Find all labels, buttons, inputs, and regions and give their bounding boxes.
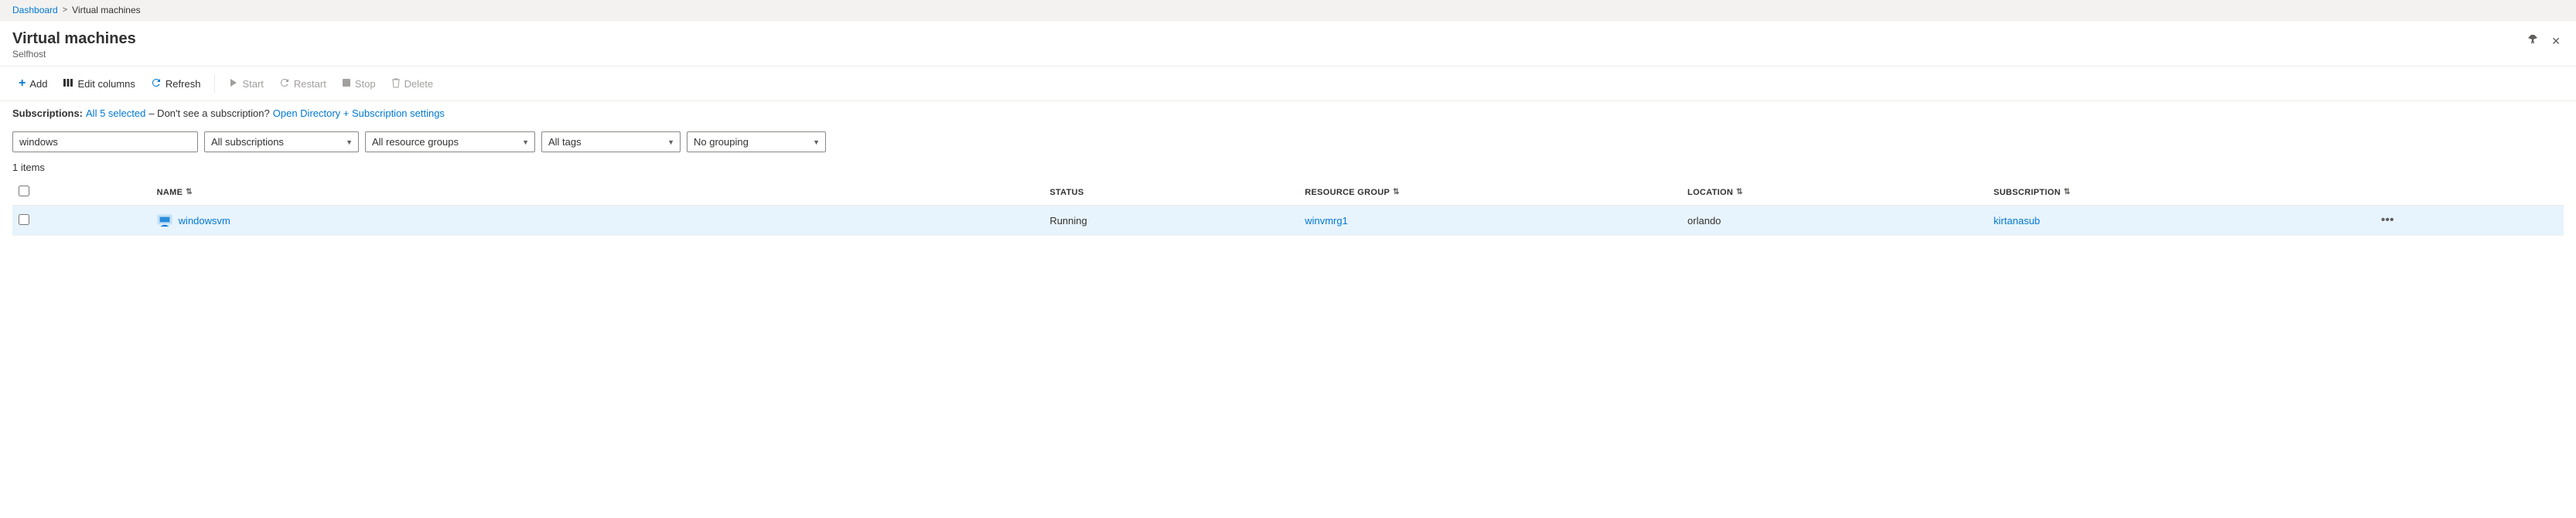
column-subscription: SUBSCRIPTION ⇅: [1987, 179, 2370, 206]
close-icon: ✕: [2551, 35, 2561, 48]
resource-group-sort-icon[interactable]: ⇅: [1393, 188, 1400, 196]
refresh-label: Refresh: [165, 78, 201, 90]
table-header: NAME ⇅ STATUS RESOURCE GROUP ⇅: [12, 179, 2564, 206]
grouping-filter-wrapper: No grouping: [687, 131, 826, 152]
subscription-sort-icon[interactable]: ⇅: [2064, 188, 2071, 196]
column-resource-group-label: RESOURCE GROUP: [1305, 188, 1390, 197]
start-button[interactable]: Start: [223, 73, 269, 94]
subscriptions-label: Subscriptions:: [12, 107, 83, 119]
vm-status: Running: [1049, 215, 1087, 227]
vm-name-link[interactable]: windowsvm: [179, 215, 230, 227]
column-status-label: STATUS: [1049, 188, 1083, 197]
stop-button[interactable]: Stop: [336, 73, 382, 94]
row-checkbox-cell: [12, 206, 151, 236]
row-status-cell: Running: [1043, 206, 1298, 236]
row-subscription-cell: kirtanasub: [1987, 206, 2370, 236]
row-more-button[interactable]: •••: [2376, 212, 2399, 229]
close-button[interactable]: ✕: [2548, 32, 2564, 51]
breadcrumb-current: Virtual machines: [72, 5, 141, 15]
breadcrumb-separator: >: [63, 5, 67, 15]
resource-groups-filter-wrapper: All resource groups: [365, 131, 535, 152]
location-sort-icon[interactable]: ⇅: [1736, 188, 1743, 196]
page-title-block: Virtual machines Selfhost: [12, 30, 136, 60]
refresh-button[interactable]: Refresh: [145, 73, 207, 94]
stop-label: Stop: [355, 78, 376, 90]
open-directory-link[interactable]: Open Directory + Subscription settings: [273, 107, 445, 119]
start-label: Start: [242, 78, 263, 90]
add-button[interactable]: + Add: [12, 73, 53, 94]
resource-groups-dropdown[interactable]: All resource groups: [365, 131, 535, 152]
page-title: Virtual machines: [12, 30, 136, 48]
table-row: windowsvm Running winvmrg1 orlando kirta…: [12, 206, 2564, 236]
delete-icon: [391, 77, 401, 90]
items-count: 1 items: [0, 158, 2576, 179]
breadcrumb-parent-link[interactable]: Dashboard: [12, 5, 58, 15]
resource-group-link[interactable]: winvmrg1: [1305, 215, 1348, 227]
filter-row: All subscriptions All resource groups Al…: [0, 125, 2576, 158]
column-subscription-label: SUBSCRIPTION: [1994, 188, 2061, 197]
edit-columns-icon: [63, 77, 73, 90]
tags-filter-wrapper: All tags: [541, 131, 681, 152]
row-checkbox[interactable]: [19, 214, 29, 225]
subscriptions-middle-text: – Don't see a subscription?: [148, 107, 269, 119]
column-actions-header: [2370, 179, 2564, 206]
page-subtitle: Selfhost: [12, 49, 136, 60]
table-body: windowsvm Running winvmrg1 orlando kirta…: [12, 206, 2564, 236]
select-all-checkbox[interactable]: [19, 186, 29, 196]
edit-columns-label: Edit columns: [77, 78, 135, 90]
add-label: Add: [29, 78, 47, 90]
toolbar: + Add Edit columns Refresh Start: [0, 66, 2576, 101]
search-input[interactable]: [12, 131, 198, 152]
vm-location: orlando: [1687, 215, 1721, 227]
add-icon: +: [19, 77, 26, 90]
subscriptions-filter-wrapper: All subscriptions: [204, 131, 359, 152]
vm-table: NAME ⇅ STATUS RESOURCE GROUP ⇅: [12, 179, 2564, 236]
column-name-label: NAME: [157, 188, 183, 197]
start-icon: [229, 77, 238, 90]
column-resource-group: RESOURCE GROUP ⇅: [1298, 179, 1681, 206]
vm-icon: [157, 213, 172, 228]
subscriptions-selected-link[interactable]: All 5 selected: [86, 107, 145, 119]
restart-label: Restart: [294, 78, 326, 90]
subscriptions-bar: Subscriptions: All 5 selected – Don't se…: [0, 101, 2576, 125]
header-checkbox-cell: [12, 179, 151, 206]
delete-button[interactable]: Delete: [385, 73, 440, 94]
refresh-icon: [151, 77, 162, 90]
restart-icon: [279, 77, 290, 90]
pin-icon: [2527, 33, 2539, 49]
row-name-cell: windowsvm: [151, 206, 1044, 236]
column-status: STATUS: [1043, 179, 1298, 206]
name-sort-icon[interactable]: ⇅: [186, 188, 193, 196]
grouping-dropdown[interactable]: No grouping: [687, 131, 826, 152]
header-actions: ✕: [2523, 30, 2564, 53]
table-container: NAME ⇅ STATUS RESOURCE GROUP ⇅: [0, 179, 2576, 236]
page-header: Virtual machines Selfhost ✕: [0, 21, 2576, 66]
column-name: NAME ⇅: [151, 179, 1044, 206]
row-actions-cell: •••: [2370, 206, 2564, 236]
toolbar-divider: [214, 74, 215, 93]
delete-label: Delete: [404, 78, 434, 90]
row-location-cell: orlando: [1681, 206, 1987, 236]
subscription-link[interactable]: kirtanasub: [1994, 215, 2040, 227]
column-location-label: LOCATION: [1687, 188, 1733, 197]
restart-button[interactable]: Restart: [273, 73, 333, 94]
column-location: LOCATION ⇅: [1681, 179, 1987, 206]
row-resource-group-cell: winvmrg1: [1298, 206, 1681, 236]
stop-icon: [342, 77, 351, 90]
breadcrumb: Dashboard > Virtual machines: [0, 0, 2576, 21]
edit-columns-button[interactable]: Edit columns: [56, 73, 141, 94]
subscriptions-dropdown[interactable]: All subscriptions: [204, 131, 359, 152]
pin-button[interactable]: [2523, 30, 2542, 53]
tags-dropdown[interactable]: All tags: [541, 131, 681, 152]
